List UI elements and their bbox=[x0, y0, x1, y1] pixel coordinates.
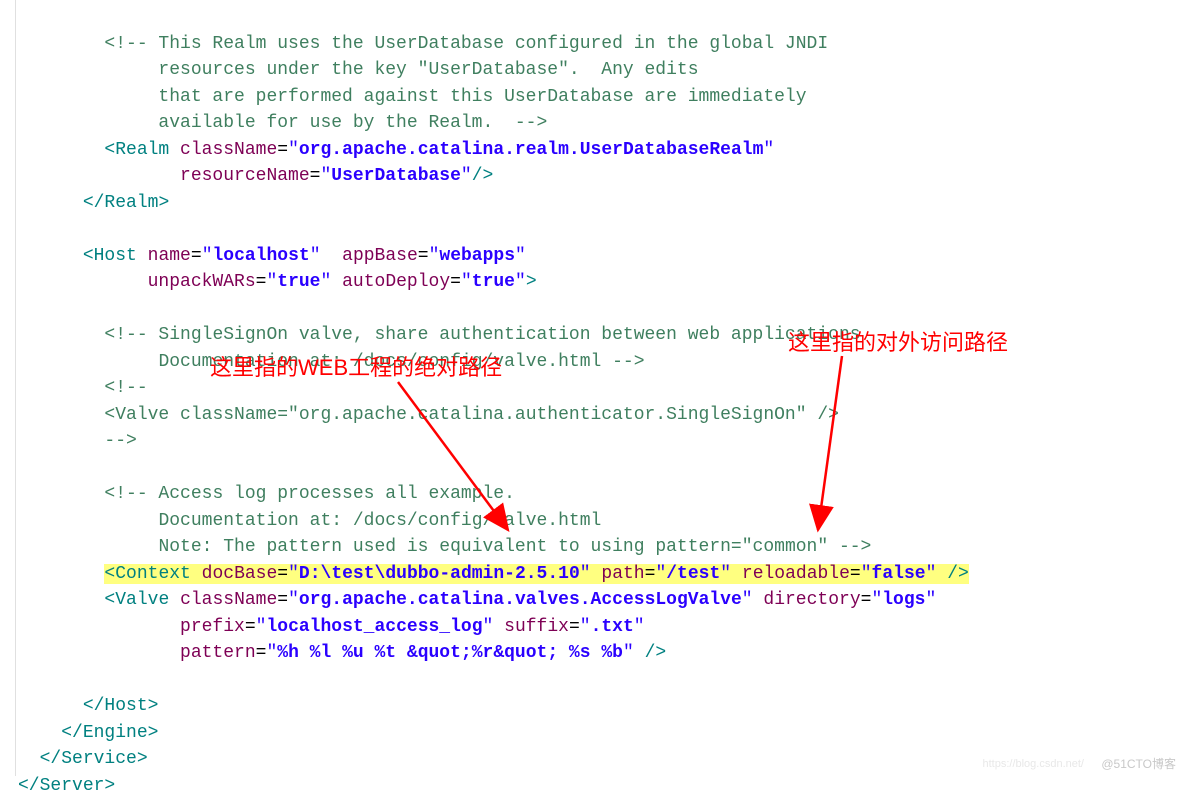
arrow-right bbox=[0, 0, 1184, 776]
code-line: </Server> bbox=[18, 776, 115, 796]
annotation-left: 这里指的WEB工程的绝对路径 bbox=[210, 350, 502, 382]
annotation-right: 这里指的对外访问路径 bbox=[788, 325, 1008, 357]
